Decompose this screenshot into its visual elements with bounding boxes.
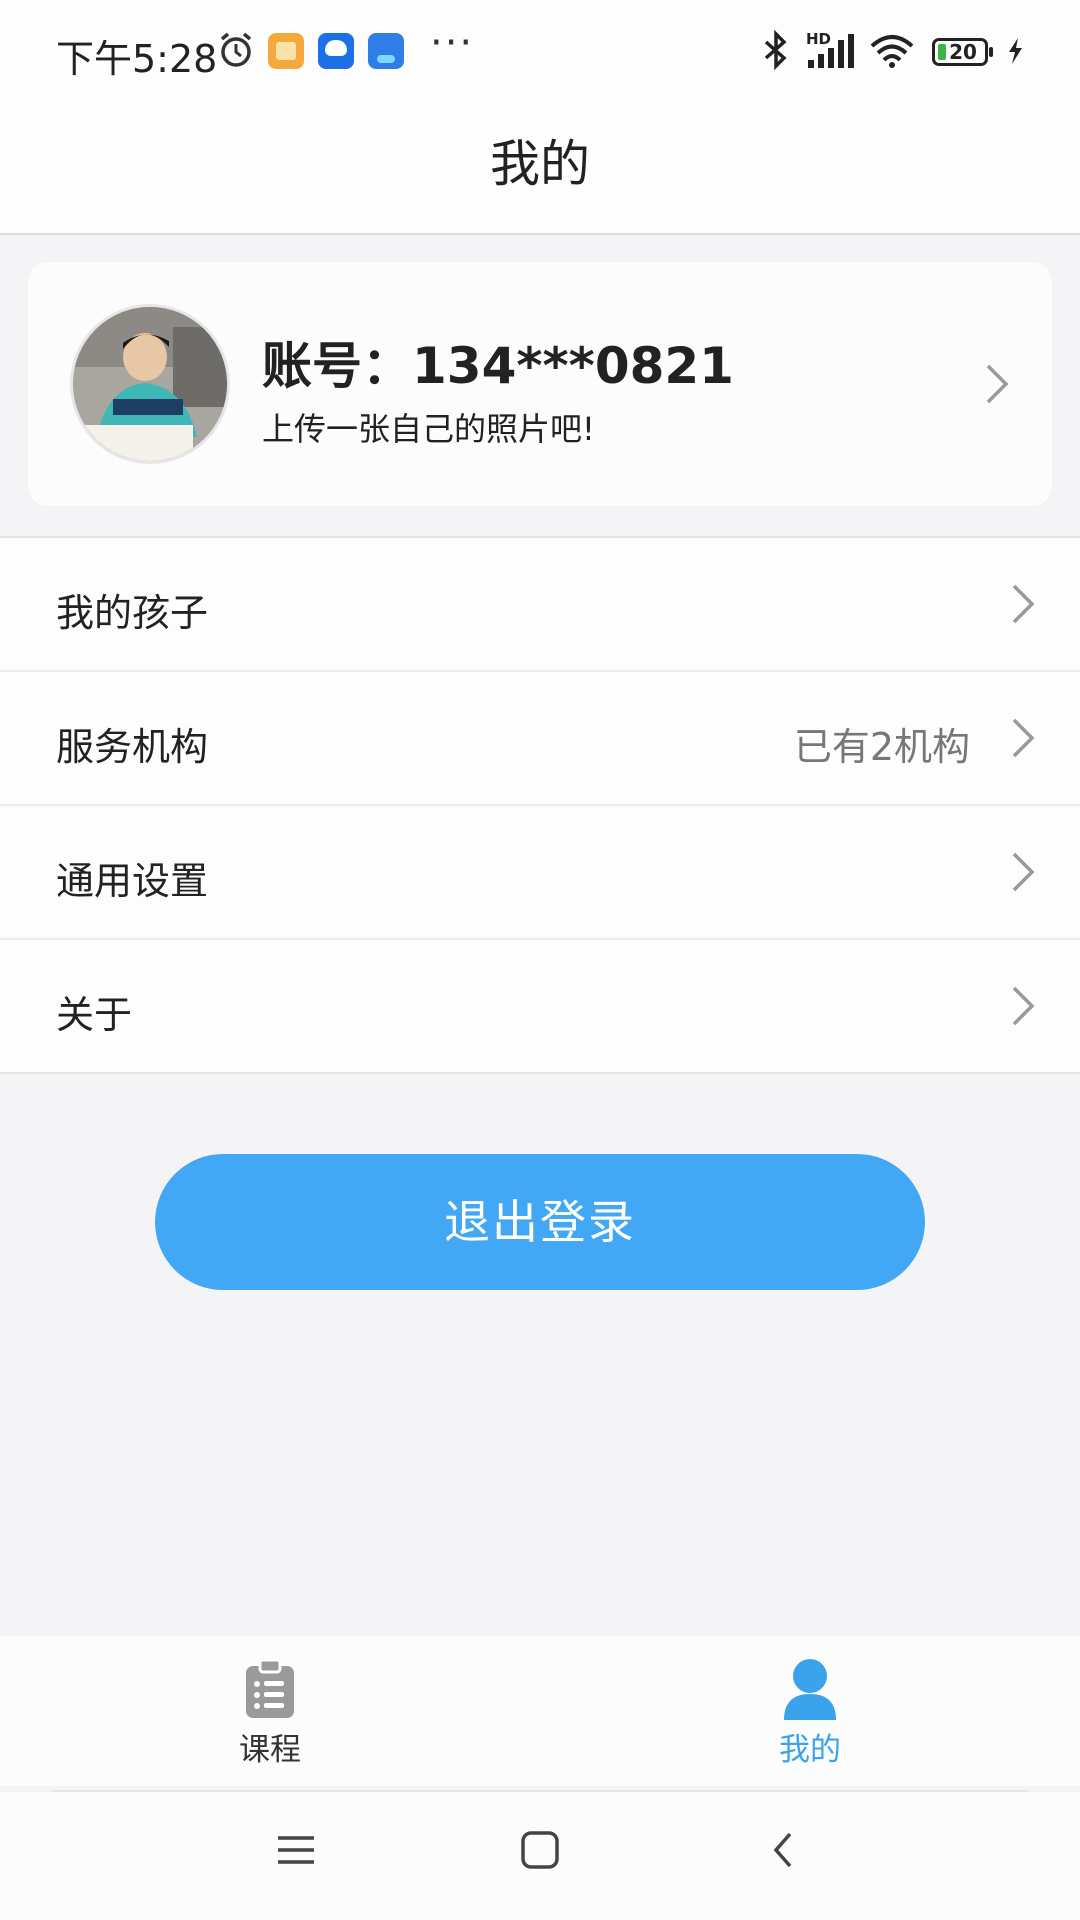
- person-icon: [784, 1659, 836, 1720]
- notes-app-icon: [268, 33, 304, 69]
- menu-item-about[interactable]: 关于: [0, 940, 1080, 1072]
- bluetooth-icon: [764, 30, 787, 70]
- autohome-app-icon: [368, 33, 404, 69]
- status-time: 下午5:28: [56, 37, 218, 81]
- chevron-right-icon: [1012, 986, 1035, 1026]
- account-prefix: 账号：: [262, 337, 412, 395]
- menu-item-label: 关于: [56, 993, 133, 1037]
- page-title: 我的: [490, 135, 590, 193]
- chevron-right-icon: [986, 364, 1009, 404]
- tab-label: 我的: [779, 1732, 841, 1768]
- back-icon[interactable]: [768, 1830, 798, 1870]
- profile-card[interactable]: 账号：134***0821 上传一张自己的照片吧!: [28, 262, 1052, 506]
- signal-icon: [808, 34, 854, 68]
- home-icon[interactable]: [520, 1830, 560, 1870]
- chevron-right-icon: [1012, 852, 1035, 892]
- baidu-app-icon: [318, 33, 354, 69]
- menu-item-general-settings[interactable]: 通用设置: [0, 806, 1080, 940]
- menu-item-my-children[interactable]: 我的孩子: [0, 538, 1080, 672]
- menu-item-service-org[interactable]: 服务机构 已有2机构: [0, 672, 1080, 806]
- battery-icon: 20: [932, 38, 993, 66]
- account-number: 134***0821: [412, 337, 734, 395]
- tab-mine[interactable]: 我的: [540, 1636, 1080, 1786]
- menu-item-label: 我的孩子: [56, 591, 209, 635]
- tab-course[interactable]: 课程: [0, 1636, 540, 1786]
- page-header: 我的: [0, 100, 1080, 235]
- upload-photo-hint: 上传一张自己的照片吧!: [262, 410, 595, 448]
- charging-icon: [1009, 38, 1022, 64]
- more-dots-icon: ···: [430, 20, 475, 66]
- avatar-photo: [73, 307, 227, 461]
- menu-icon[interactable]: [276, 1830, 316, 1870]
- system-nav-bar: [0, 1792, 1080, 1920]
- chevron-right-icon: [1012, 584, 1035, 624]
- settings-menu: 我的孩子 服务机构 已有2机构 通用设置 关于: [0, 536, 1080, 1074]
- chevron-right-icon: [1012, 718, 1035, 758]
- logout-button[interactable]: 退出登录: [155, 1154, 925, 1290]
- tab-label: 课程: [239, 1732, 301, 1768]
- bottom-tab-bar: 课程 我的: [0, 1636, 1080, 1786]
- wifi-icon: [870, 35, 914, 68]
- status-bar: 下午5:28 ··· HD 20: [0, 0, 1080, 100]
- clipboard-icon: [246, 1658, 294, 1718]
- battery-level: 20: [949, 40, 977, 64]
- alarm-icon: [220, 32, 252, 67]
- menu-item-label: 服务机构: [56, 725, 209, 769]
- menu-item-value: 已有2机构: [793, 725, 970, 769]
- account-line: 账号：134***0821: [262, 326, 734, 398]
- menu-item-label: 通用设置: [56, 859, 209, 903]
- avatar[interactable]: [70, 304, 230, 464]
